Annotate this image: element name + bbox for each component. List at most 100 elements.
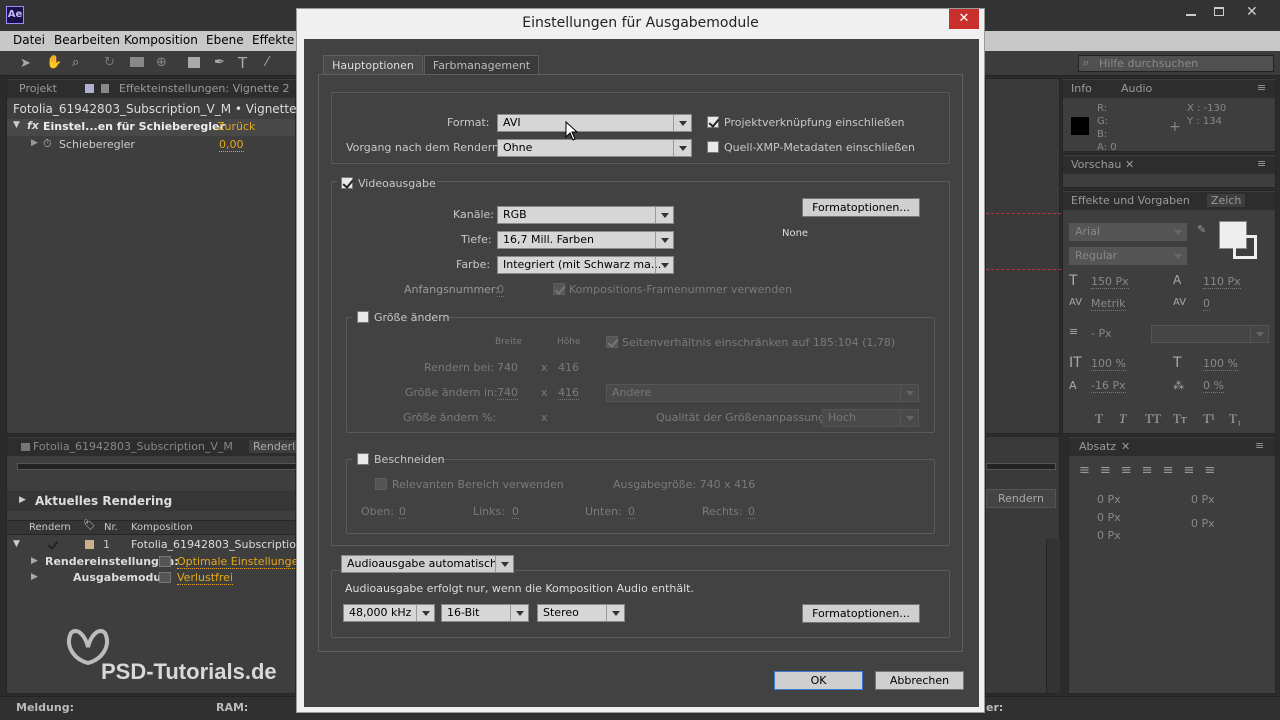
om-dropdown-icon[interactable] (159, 572, 171, 583)
stroke-color-swatch[interactable] (1233, 235, 1257, 259)
minimize-icon[interactable] (1186, 14, 1196, 16)
indent-left-value[interactable]: 0 Px (1097, 493, 1121, 506)
ok-button[interactable]: OK (774, 671, 863, 690)
align-buttons-icon[interactable]: ≡≡≡≡≡≡≡ (1079, 463, 1225, 478)
collapse-triangle-icon[interactable]: ▶ (31, 138, 38, 148)
stopwatch-icon[interactable]: ⏱ (43, 137, 52, 151)
crop-bottom-field[interactable]: 0 (628, 505, 635, 519)
small-caps-button[interactable]: Tт (1173, 411, 1187, 427)
lock-aspect-checkbox[interactable] (606, 336, 618, 348)
maximize-icon[interactable] (1214, 7, 1224, 16)
crop-left-field[interactable]: 0 (512, 505, 519, 519)
tab-composition[interactable]: Fotolia_61942803_Subscription_V_M (33, 440, 233, 453)
format-dropdown[interactable]: AVI (497, 114, 692, 132)
tab-projekt[interactable]: Projekt (19, 82, 57, 95)
crop-right-field[interactable]: 0 (748, 505, 755, 519)
section-triangle-icon[interactable]: ▶ (19, 495, 26, 505)
tab-info[interactable]: Info (1071, 82, 1092, 95)
text-tool-icon[interactable]: T (238, 54, 247, 72)
row-expand-icon[interactable]: ▼ (13, 539, 20, 549)
tab-farbmanagement[interactable]: Farbmanagement (424, 55, 539, 75)
audio-format-options-button[interactable]: Formatoptionen... (802, 604, 920, 623)
tab-effekteinstellungen[interactable]: Effekteinstellungen: Vignette 2 (119, 82, 290, 95)
rs-dropdown-icon[interactable] (159, 556, 171, 567)
om-triangle-icon[interactable]: ▶ (31, 572, 38, 582)
tab-vorschau[interactable]: Vorschau (1071, 158, 1121, 171)
dialog-close-button[interactable]: ✕ (949, 9, 979, 29)
font-dropdown[interactable]: Arial (1069, 223, 1187, 241)
depth-dropdown[interactable]: 16,7 Mill. Farben (497, 231, 674, 249)
tracking-value[interactable]: 0 (1203, 297, 1210, 311)
color-dropdown[interactable]: Integriert (mit Schwarz ma... (497, 256, 674, 274)
indent-first-value[interactable]: 0 Px (1097, 511, 1121, 524)
project-link-checkbox[interactable] (707, 116, 719, 128)
expand-triangle-icon[interactable]: ▼ (13, 120, 20, 130)
resize-width-field[interactable]: 740 (497, 386, 518, 400)
effect-reset-link[interactable]: Zurück (217, 120, 255, 133)
rect-tool-icon[interactable] (188, 57, 200, 68)
channels-dropdown[interactable]: RGB (497, 206, 674, 224)
start-number-field[interactable]: 0 (497, 283, 504, 297)
label-color-swatch[interactable] (85, 540, 94, 549)
tab-close-icon[interactable]: ✕ (1125, 158, 1134, 171)
panel-menu-icon[interactable]: ≡ (1257, 81, 1266, 94)
hand-tool-icon[interactable]: ✋ (46, 55, 62, 70)
use-comp-frame-checkbox[interactable] (553, 283, 565, 295)
tab-zeichen[interactable]: Zeich (1207, 194, 1246, 207)
render-item-row[interactable]: ▼ 1 Fotolia_61942803_Subscription_V (7, 537, 316, 553)
space-after-value[interactable]: 0 Px (1097, 529, 1121, 542)
quality-dropdown[interactable]: Hoch (822, 409, 919, 427)
audio-mode-dropdown[interactable]: Audioausgabe automatisch (341, 555, 514, 573)
tab-absatz[interactable]: Absatz (1079, 440, 1116, 453)
use-roi-checkbox[interactable] (375, 478, 387, 490)
cancel-button[interactable]: Abbrechen (875, 671, 964, 690)
crop-top-field[interactable]: 0 (399, 505, 406, 519)
menu-ebene[interactable]: Ebene (206, 33, 244, 47)
video-format-options-button[interactable]: Formatoptionen... (802, 198, 920, 217)
hscale-value[interactable]: 100 % (1203, 357, 1238, 371)
current-render-header[interactable]: ▶ Aktuelles Rendering (7, 491, 295, 511)
menu-datei[interactable]: Datei (13, 33, 45, 47)
xmp-checkbox[interactable] (707, 141, 719, 153)
render-checkbox[interactable] (47, 539, 59, 551)
style-dropdown[interactable]: Regular (1069, 247, 1187, 265)
leading-value[interactable]: 110 Px (1203, 275, 1241, 289)
audio-channels-dropdown[interactable]: Stereo (537, 604, 625, 622)
close-app-icon[interactable]: ✕ (1246, 4, 1258, 20)
tab-effekte-vorgaben[interactable]: Effekte und Vorgaben (1071, 194, 1190, 207)
stroke-type-dropdown[interactable] (1151, 325, 1269, 343)
menu-bearbeiten[interactable]: Bearbeiten (54, 33, 120, 47)
kerning-value[interactable]: Metrik (1091, 297, 1126, 311)
tab-hauptoptionen[interactable]: Hauptoptionen (323, 55, 423, 75)
sample-rate-dropdown[interactable]: 48,000 kHz (343, 604, 435, 622)
stroke-width-value[interactable]: - Px (1091, 327, 1112, 340)
indent-right-value[interactable]: 0 Px (1191, 493, 1215, 506)
menu-komposition[interactable]: Komposition (124, 33, 198, 47)
pan-behind-icon[interactable]: ⊕ (156, 55, 167, 70)
rs-value-link[interactable]: Optimale Einstellungen (177, 555, 306, 569)
resize-preset-dropdown[interactable]: Andere (606, 384, 919, 402)
superscript-button[interactable]: T¹ (1203, 411, 1215, 427)
post-render-dropdown[interactable]: Ohne (497, 139, 692, 157)
om-value-link[interactable]: Verlustfrei (177, 571, 234, 585)
rotate-tool-icon[interactable]: ↻ (104, 55, 115, 70)
timeline-scrollbar[interactable] (1046, 539, 1060, 693)
pen-tool-icon[interactable]: ✒ (214, 55, 225, 70)
lock-icon[interactable] (101, 84, 109, 93)
tab-audio[interactable]: Audio (1121, 82, 1152, 95)
eyedropper-icon[interactable]: ✎ (1197, 223, 1206, 236)
baseline-value[interactable]: -16 Px (1091, 379, 1126, 393)
menu-effekte[interactable]: Effekte (252, 33, 294, 47)
vscale-value[interactable]: 100 % (1091, 357, 1126, 371)
space-before-value[interactable]: 0 Px (1191, 517, 1215, 530)
effect-row[interactable]: ▼ fx Einstel...en für Schieberegler Zurü… (7, 119, 295, 136)
panel-menu-icon-2[interactable]: ≡ (1257, 157, 1266, 170)
brush-tool-icon[interactable]: ⁄ (266, 55, 268, 70)
video-output-checkbox[interactable] (341, 177, 353, 189)
resize-height-field[interactable]: 416 (558, 386, 579, 400)
render-button[interactable]: Rendern (986, 489, 1056, 508)
tab-close-icon-2[interactable]: ✕ (1121, 440, 1130, 453)
panel-menu-icon-3[interactable]: ≡ (1255, 439, 1264, 452)
font-size-value[interactable]: 150 Px (1091, 275, 1129, 289)
faux-italic-button[interactable]: T (1119, 411, 1126, 427)
